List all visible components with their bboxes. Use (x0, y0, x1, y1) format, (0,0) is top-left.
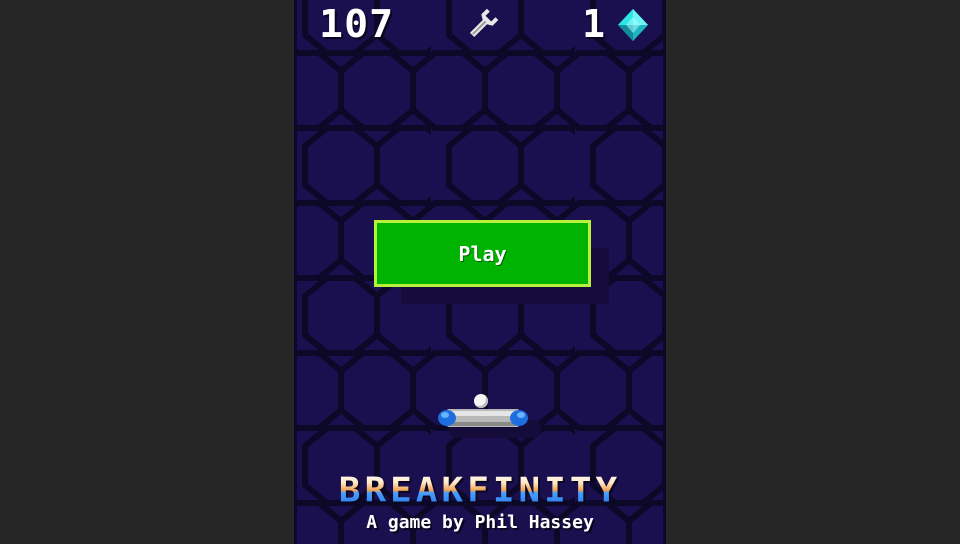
game-screen[interactable]: 107 1 Play BREAKFINITY A game by Phil Ha… (294, 0, 666, 544)
paddle[interactable] (437, 407, 529, 429)
credit-text: A game by Phil Hassey (366, 512, 594, 533)
play-button[interactable]: Play (374, 220, 591, 287)
wrench-icon[interactable] (465, 8, 499, 42)
game-logo: BREAKFINITY (297, 471, 663, 510)
ball (474, 394, 488, 408)
gem-counter: 1 (582, 2, 605, 46)
score-counter: 107 (319, 2, 395, 46)
diamond-gem-icon (618, 9, 648, 41)
